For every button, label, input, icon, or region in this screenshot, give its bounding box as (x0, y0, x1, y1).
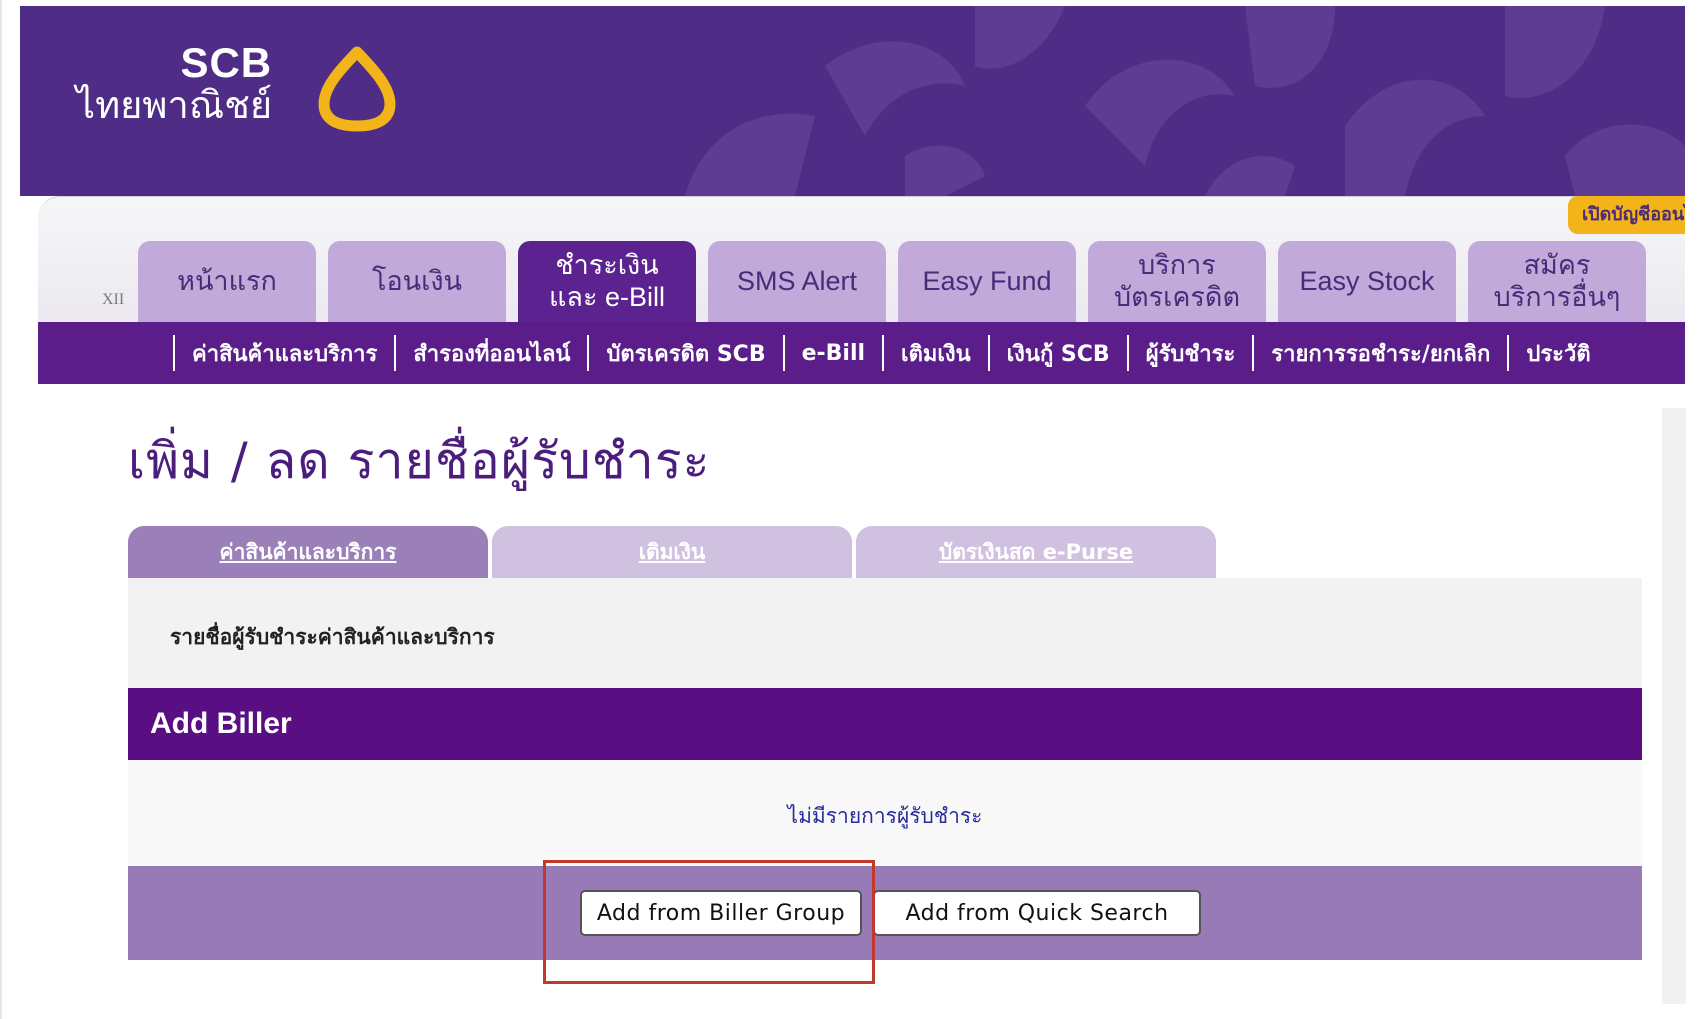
sub-nav-separator (882, 335, 885, 371)
main-tab-5[interactable]: บริการ บัตรเครดิต (1088, 241, 1266, 322)
main-tab-label: บริการ บัตรเครดิต (1114, 250, 1240, 314)
scb-logo-icon (318, 46, 396, 132)
main-tab-line: SMS Alert (736, 265, 858, 296)
scrollbar-track[interactable] (1662, 408, 1686, 1004)
tab-top-up[interactable]: เติมเงิน (492, 526, 852, 578)
main-tab-line: บริการอื่นๆ (1493, 281, 1621, 312)
add-biller-header: Add Biller (128, 688, 1642, 760)
scb-logo-text: SCB ไทยพาณิชย์ (76, 39, 273, 127)
main-tab-7[interactable]: สมัคร บริการอื่นๆ (1468, 241, 1646, 322)
tab-bills-services[interactable]: ค่าสินค้าและบริการ (128, 526, 488, 578)
main-tab-2[interactable]: ชำระเงิน และ e-Bill (518, 241, 696, 322)
tab-e-purse[interactable]: บัตรเงินสด e-Purse (856, 526, 1216, 578)
main-tab-label: Easy Stock (1299, 266, 1434, 298)
main-tab-label: SMS Alert (737, 266, 857, 298)
sub-nav-item-1[interactable]: สำรองที่ออนไลน์ (413, 336, 570, 371)
sub-nav-item-0[interactable]: ค่าสินค้าและบริการ (192, 336, 377, 371)
main-tab-0[interactable]: หน้าแรก (138, 241, 316, 322)
sub-nav-item-3[interactable]: e-Bill (802, 341, 865, 366)
add-from-biller-group-button[interactable]: Add from Biller Group (580, 890, 862, 936)
sub-nav-item-8[interactable]: ประวัติ (1526, 336, 1590, 371)
main-tab-label: สมัคร บริการอื่นๆ (1494, 250, 1621, 314)
sub-nav-item-5[interactable]: เงินกู้ SCB (1007, 336, 1110, 371)
sub-nav-separator (587, 335, 590, 371)
biller-list-label: รายชื่อผู้รับชำระค่าสินค้าและบริการ (170, 625, 495, 649)
page-border (0, 0, 2, 1019)
sub-nav: ค่าสินค้าและบริการ สำรองที่ออนไลน์ บัตรเคร… (38, 322, 1685, 384)
main-tab-line: บัตรเครดิต (1113, 281, 1241, 312)
main-tab-label: โอนเงิน (372, 266, 462, 298)
main-tab-line: Easy Stock (1299, 265, 1435, 296)
logo-th: ไทยพาณิชย์ (76, 83, 273, 127)
sub-nav-item-4[interactable]: เติมเงิน (901, 336, 971, 371)
main-tab-line: หน้าแรก (177, 265, 277, 296)
page-title: เพิ่ม / ลด รายชื่อผู้รับชำระ (128, 432, 711, 490)
main-tab-6[interactable]: Easy Stock (1278, 241, 1456, 322)
sub-nav-item-6[interactable]: ผู้รับชำระ (1146, 336, 1236, 371)
sub-nav-item-7[interactable]: รายการรอชำระ/ยกเลิก (1271, 336, 1490, 371)
sub-nav-separator (1252, 335, 1255, 371)
header-pattern (685, 6, 1685, 196)
main-tab-line: บริการ (1138, 249, 1216, 280)
xii-label: XII (102, 291, 125, 308)
empty-biller-message: ไม่มีรายการผู้รับชำระ (787, 804, 983, 828)
sub-nav-separator (987, 335, 990, 371)
main-tab-label: หน้าแรก (177, 266, 277, 298)
main-tab-line: และ e-Bill (549, 281, 665, 312)
sub-nav-separator (173, 335, 175, 371)
main-tab-1[interactable]: โอนเงิน (328, 241, 506, 322)
sub-nav-separator (782, 335, 785, 371)
biller-list-body: ไม่มีรายการผู้รับชำระ (128, 760, 1642, 866)
main-tab-3[interactable]: SMS Alert (708, 241, 886, 322)
site-header: SCB ไทยพาณิชย์ (20, 6, 1685, 196)
logo-en: SCB (180, 39, 273, 86)
main-tab-line: สมัคร (1523, 249, 1591, 280)
main-tab-line: โอนเงิน (371, 265, 463, 296)
sub-nav-separator (1507, 335, 1510, 371)
main-tab-4[interactable]: Easy Fund (898, 241, 1076, 322)
main-tab-label: ชำระเงิน และ e-Bill (549, 250, 665, 314)
main-tab-label: Easy Fund (922, 266, 1051, 298)
main-tab-line: ชำระเงิน (555, 249, 659, 280)
promo-badge[interactable]: เปิดบัญชีออนไลน์ (1568, 196, 1685, 234)
sub-nav-separator (1126, 335, 1129, 371)
sub-nav-separator (394, 335, 397, 371)
add-from-quick-search-button[interactable]: Add from Quick Search (873, 890, 1201, 936)
sub-nav-item-2[interactable]: บัตรเครดิต SCB (606, 336, 765, 371)
main-tab-line: Easy Fund (922, 265, 1052, 296)
